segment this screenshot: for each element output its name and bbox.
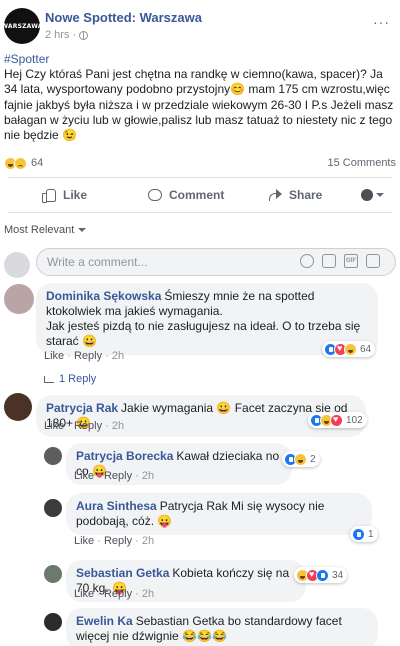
comment-sort-dropdown[interactable]: Most Relevant (4, 224, 87, 236)
comment-author-link[interactable]: Dominika Sękowska (46, 289, 161, 303)
comment-like-link[interactable]: Like (44, 350, 64, 362)
comment-icon (148, 189, 162, 201)
comment-input-tools: GIF (300, 254, 380, 268)
reply-reactions[interactable]: 1 (350, 526, 378, 542)
reaction-audience-selector[interactable] (361, 189, 384, 201)
reply-bubble: Aura Sinthesa Patrycja Rak Mi się wysocy … (66, 493, 372, 535)
reply-reply-link[interactable]: Reply (104, 588, 132, 600)
divider (8, 177, 392, 178)
divider (8, 212, 392, 213)
comment-button[interactable]: Comment (148, 188, 224, 202)
comment-reply-link[interactable]: Reply (74, 420, 102, 432)
chevron-down-icon (78, 228, 87, 232)
reply-reactions[interactable]: 2 (282, 451, 320, 467)
comment-reactions[interactable]: 102 (308, 412, 367, 428)
hashtag-link[interactable]: #Spotter (4, 52, 396, 67)
reactions-summary: 64 15 Comments (4, 155, 396, 171)
comment-like-link[interactable]: Like (44, 420, 64, 432)
reply-reaction-count: 34 (332, 569, 344, 581)
haha-reaction-icon (344, 342, 357, 356)
thumbs-up-icon (42, 188, 56, 203)
comment-actions: Like · Reply · 2h (44, 420, 125, 432)
emoji-icon[interactable] (300, 254, 314, 268)
post-action-bar: Like Comment Share (0, 180, 400, 212)
share-button[interactable]: Share (268, 188, 322, 202)
reply-reactions[interactable]: 34 (294, 567, 348, 583)
page-avatar[interactable]: WARSZAWA (1, 8, 43, 44)
reply-author-link[interactable]: Sebastian Getka (76, 566, 169, 580)
like-reaction-icon (316, 568, 329, 582)
post-body: Hej Czy któraś Pani jest chętna na randk… (4, 67, 394, 143)
love-reaction-icon (330, 413, 343, 427)
more-options-icon[interactable]: ··· (373, 14, 390, 30)
comment-time[interactable]: 2h (112, 350, 124, 362)
replier-avatar[interactable] (44, 499, 62, 517)
reaction-count[interactable]: 64 (31, 157, 43, 169)
gif-icon[interactable]: GIF (344, 254, 358, 268)
reply-author-link[interactable]: Ewelin Ka (76, 614, 133, 628)
reply-like-link[interactable]: Like (74, 470, 94, 482)
reply-author-link[interactable]: Patrycja Borecka (76, 449, 173, 463)
reply-actions: Like · Reply · 2h (74, 470, 155, 482)
comment-actions: Like · Reply · 2h (44, 350, 125, 362)
current-user-avatar (4, 252, 30, 278)
commenter-avatar[interactable] (4, 284, 34, 314)
replier-avatar[interactable] (44, 565, 62, 583)
comment-time[interactable]: 2h (112, 420, 124, 432)
comment-reply-link[interactable]: Reply (74, 350, 102, 362)
post-meta: 2 hrs · (45, 29, 89, 41)
camera-icon[interactable] (322, 254, 336, 268)
reply-actions: Like · Reply · 2h (74, 588, 155, 600)
reply-like-link[interactable]: Like (74, 588, 94, 600)
reply-actions: Like · Reply · 2h (74, 535, 155, 547)
comment-label: Comment (169, 188, 225, 202)
reply-time[interactable]: 2h (142, 470, 154, 482)
page-name-link[interactable]: Nowe Spotted: Warszawa (45, 10, 202, 25)
reply-like-link[interactable]: Like (74, 535, 94, 547)
like-button[interactable]: Like (42, 188, 88, 203)
sticker-icon[interactable] (366, 254, 380, 268)
comment-reaction-count: 64 (360, 343, 372, 355)
view-replies-link[interactable]: 1 Reply (44, 373, 96, 385)
post-time[interactable]: 2 hrs · (45, 29, 76, 41)
page-logo: WARSZAWA (1, 22, 43, 30)
chevron-down-icon (376, 193, 384, 197)
comment-reaction-count: 102 (346, 414, 363, 426)
share-label: Share (289, 188, 323, 202)
reply-reaction-count: 2 (310, 453, 316, 465)
haha-reaction-icon (294, 452, 307, 466)
reply-author-link[interactable]: Aura Sinthesa (76, 499, 157, 513)
reply-reply-link[interactable]: Reply (104, 470, 132, 482)
reply-arrow-icon (44, 375, 54, 383)
replies-count: 1 Reply (59, 373, 97, 385)
replier-avatar[interactable] (44, 613, 62, 631)
replier-avatar[interactable] (44, 447, 62, 465)
comments-count-link[interactable]: 15 Comments (328, 157, 396, 169)
post-text: #Spotter Hej Czy któraś Pani jest chętna… (4, 52, 396, 143)
like-label: Like (63, 188, 88, 202)
reply-reply-link[interactable]: Reply (104, 535, 132, 547)
profile-icon (361, 189, 373, 201)
sad-reaction-icon[interactable] (14, 156, 27, 170)
sort-label: Most Relevant (4, 224, 75, 236)
post-header: WARSZAWA Nowe Spotted: Warszawa 2 hrs · … (0, 0, 400, 46)
comment-author-link[interactable]: Patrycja Rak (46, 401, 118, 415)
commenter-avatar[interactable] (4, 393, 32, 421)
globe-icon (79, 30, 89, 40)
reply-reaction-count: 1 (368, 528, 374, 540)
reply-time[interactable]: 2h (142, 535, 154, 547)
comment-reactions[interactable]: 64 (322, 341, 376, 357)
reply-bubble: Ewelin Ka Sebastian Getka bo standardowy … (66, 608, 378, 646)
reply-time[interactable]: 2h (142, 588, 154, 600)
share-icon (268, 189, 282, 201)
like-reaction-icon (352, 527, 365, 541)
